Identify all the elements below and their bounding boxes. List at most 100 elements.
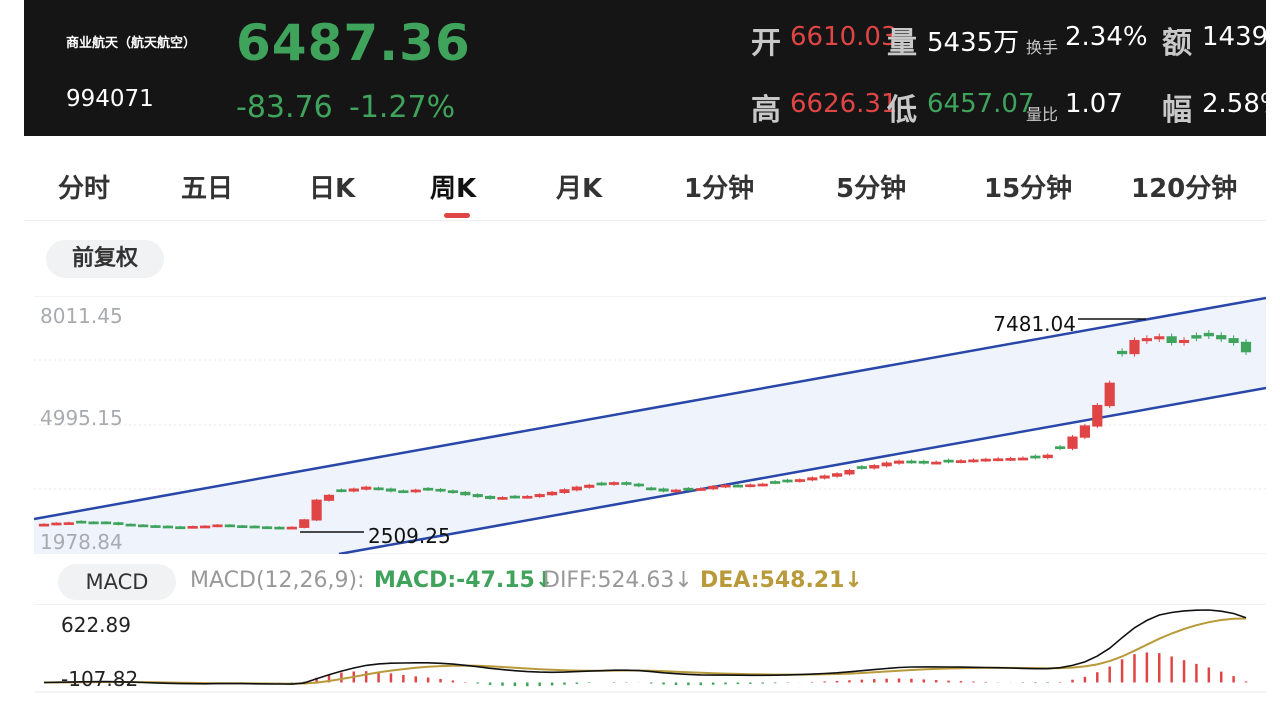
candle-body <box>770 481 781 484</box>
candle-body <box>559 489 570 494</box>
tab-intraday[interactable]: 分时 <box>58 168 110 205</box>
candle-body <box>1030 455 1041 459</box>
tab-5min[interactable]: 5分钟 <box>836 168 906 205</box>
candle-body <box>571 486 582 491</box>
tab-15min[interactable]: 15分钟 <box>984 168 1072 205</box>
candle-body <box>993 458 1004 462</box>
y-label-bottom: 1978.84 <box>40 530 123 554</box>
indicator-select-button[interactable]: MACD <box>58 564 176 600</box>
candle-body <box>237 525 248 528</box>
candle-body <box>720 484 731 488</box>
candle-body <box>943 459 954 463</box>
candle-body <box>1191 335 1202 339</box>
candle-body <box>745 484 756 488</box>
candle-body <box>187 525 198 529</box>
candle-body <box>88 521 99 525</box>
candle-body <box>63 522 74 525</box>
candle-body <box>782 479 793 483</box>
candle-body <box>410 489 421 493</box>
candle-body <box>274 526 285 530</box>
candle-body <box>596 482 607 486</box>
candle-body <box>844 469 855 475</box>
open-value: 6610.03 <box>790 22 898 52</box>
period-tabs: 分时 五日 日K 周K 月K 1分钟 5分钟 15分钟 120分钟 <box>24 150 1266 221</box>
candle-body <box>819 475 830 479</box>
candle-body <box>646 487 657 491</box>
candle-body <box>584 484 595 488</box>
candle-body <box>1067 436 1078 449</box>
macd-bars-group <box>55 652 1248 687</box>
candle-body <box>485 495 496 499</box>
candle-body <box>113 522 124 525</box>
tab-weekly-k[interactable]: 周K <box>430 168 476 205</box>
candle-body <box>1129 339 1140 355</box>
tab-daily-k[interactable]: 日K <box>309 168 355 205</box>
candle-body <box>931 461 942 465</box>
candle-body <box>1154 336 1165 340</box>
candle-body <box>869 465 880 469</box>
candle-body <box>361 486 372 490</box>
macd-params: MACD(12,26,9): <box>190 568 365 593</box>
y-label-top: 8011.45 <box>40 304 123 328</box>
price-change-pct: -1.27% <box>349 90 456 125</box>
tab-monthly-k[interactable]: 月K <box>556 168 602 205</box>
candle-body <box>138 524 149 528</box>
candle-body <box>150 525 161 528</box>
candle-body <box>447 490 459 494</box>
candle-body <box>831 473 843 477</box>
candle-body <box>1092 404 1103 427</box>
candle-body <box>323 494 335 501</box>
candle-body <box>175 526 186 530</box>
macd-chart[interactable]: 622.89 -107.82 <box>34 604 1266 714</box>
low-label: 低 <box>887 93 917 128</box>
candle-body <box>683 487 694 491</box>
candle-body <box>1141 338 1152 342</box>
candle-body <box>472 494 483 498</box>
candle-body <box>534 494 545 498</box>
low-annotation: 2509.25 <box>368 524 451 548</box>
volume-value: 5435万 <box>927 28 1020 58</box>
candle-body <box>893 460 905 464</box>
turnover-value: 2.34% <box>1065 22 1148 52</box>
low-value: 6457.07 <box>927 89 1035 119</box>
candle-body <box>299 519 310 528</box>
candle-body <box>608 482 620 485</box>
weekly-kline-chart[interactable]: 7481.04 2509.25 8011.45 4995.15 1978.84 <box>34 296 1266 554</box>
dea-line <box>43 617 1247 685</box>
last-price: 6487.36 <box>236 14 471 72</box>
candle-body <box>261 526 273 530</box>
macd-value: MACD:-47.15↓ <box>374 568 554 593</box>
candle-body <box>807 477 818 481</box>
candle-body <box>732 484 744 488</box>
amplitude-value: 2.58% <box>1202 89 1266 119</box>
candle-body <box>76 520 87 524</box>
candle-body <box>1079 425 1091 438</box>
dea-value: DEA:548.21↓ <box>700 568 863 593</box>
candle-body <box>385 488 397 492</box>
tab-five-day[interactable]: 五日 <box>181 168 233 205</box>
tab-120min[interactable]: 120分钟 <box>1131 168 1237 205</box>
candle-body <box>980 458 991 462</box>
candle-body <box>373 487 384 491</box>
amount-value: 1439 <box>1202 22 1266 52</box>
candle-body <box>199 525 211 529</box>
candle-body <box>1055 446 1066 450</box>
volume-label: 量 <box>887 26 917 61</box>
candle-body <box>757 483 768 487</box>
candle-body <box>509 495 520 499</box>
high-label: 高 <box>751 93 781 128</box>
candle-body <box>100 521 112 525</box>
candle-body <box>212 524 223 528</box>
tab-1min[interactable]: 1分钟 <box>684 168 754 205</box>
macd-y-bottom: -107.82 <box>61 667 138 691</box>
candle-body <box>522 495 533 499</box>
candle-body <box>348 488 359 492</box>
price-change: -83.76 <box>236 90 333 125</box>
candle-body <box>435 488 446 492</box>
y-label-mid: 4995.15 <box>40 406 123 430</box>
candle-body <box>708 485 719 490</box>
candle-body <box>633 483 644 487</box>
candle-body <box>881 462 892 467</box>
candle-body <box>546 491 558 496</box>
adjust-mode-button[interactable]: 前复权 <box>46 240 164 278</box>
